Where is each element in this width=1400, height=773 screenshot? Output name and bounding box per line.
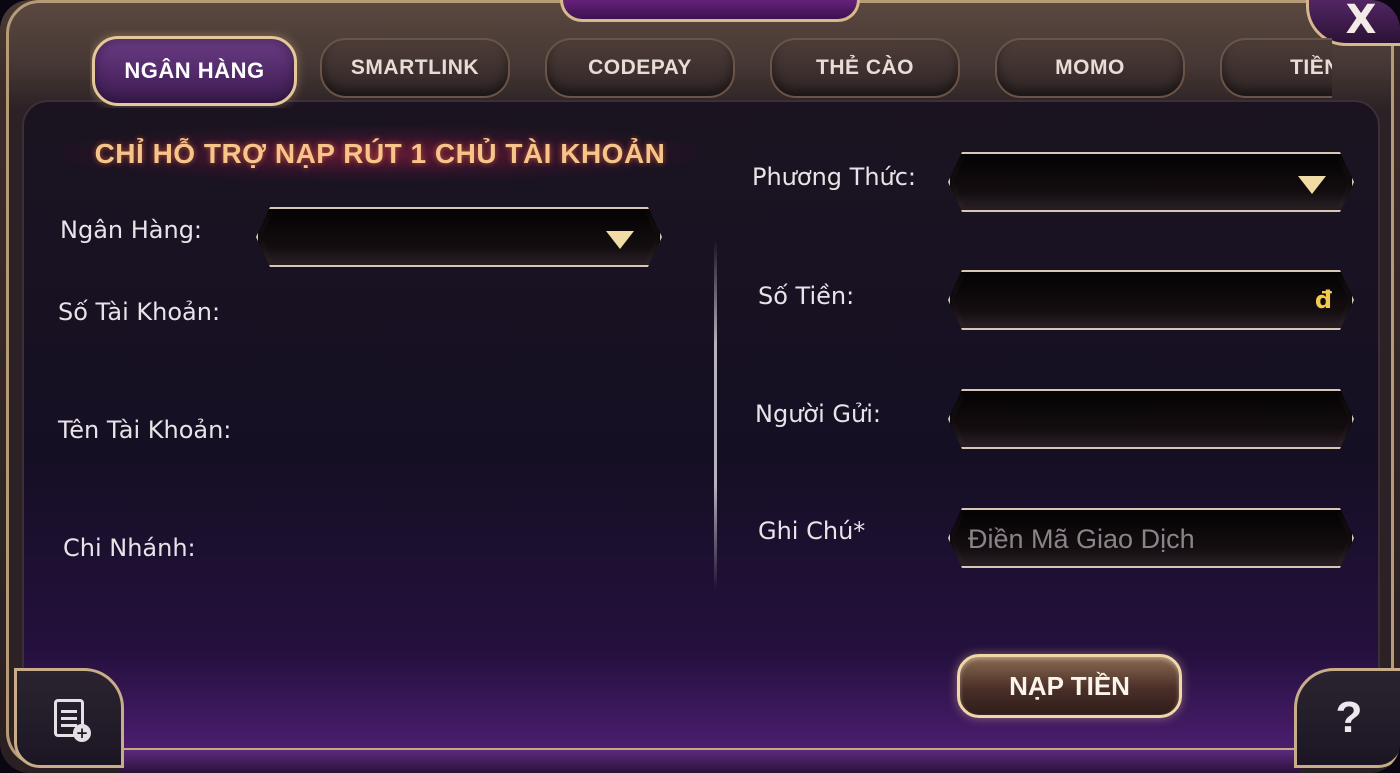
amount-field-inner <box>953 275 1349 325</box>
bottom-rim <box>120 748 1300 773</box>
deposit-button[interactable]: NẠP TIỀN <box>957 654 1182 718</box>
sender-field[interactable] <box>948 389 1354 449</box>
account-name-label: Tên Tài Khoản: <box>58 416 232 444</box>
history-button[interactable]: + <box>14 668 124 768</box>
note-field[interactable] <box>948 508 1354 568</box>
close-icon: X <box>1345 0 1377 43</box>
tab-label: TIỀN <box>1290 56 1332 79</box>
method-select-inner <box>953 157 1349 207</box>
tab-codepay[interactable]: CODEPAY <box>545 38 735 98</box>
currency-symbol: đ <box>1314 286 1332 314</box>
payment-tabs: SMARTLINK CODEPAY THẺ CÀO MOMO TIỀN NGÂN… <box>90 30 1332 108</box>
chevron-down-icon <box>606 231 634 249</box>
history-list-icon: + <box>54 699 91 742</box>
tab-label: MOMO <box>1055 56 1125 79</box>
notice-banner: CHỈ HỖ TRỢ NẠP RÚT 1 CHỦ TÀI KHOẢN <box>60 126 700 182</box>
bank-select[interactable] <box>256 207 662 267</box>
tab-smartlink[interactable]: SMARTLINK <box>320 38 510 98</box>
amount-label: Số Tiền: <box>758 282 855 310</box>
sender-field-inner <box>953 394 1349 444</box>
bank-label: Ngân Hàng: <box>60 216 203 244</box>
plus-icon: + <box>73 724 91 742</box>
help-icon: ? <box>1335 693 1363 742</box>
tab-the-cao[interactable]: THẺ CÀO <box>770 38 960 98</box>
branch-label: Chi Nhánh: <box>63 534 196 562</box>
tab-label: THẺ CÀO <box>816 56 914 79</box>
method-label: Phương Thức: <box>752 163 917 191</box>
tab-label: SMARTLINK <box>350 56 480 79</box>
amount-field[interactable]: đ <box>948 270 1354 330</box>
sender-label: Người Gửi: <box>755 400 881 428</box>
tab-label: CODEPAY <box>588 56 692 79</box>
account-number-label: Số Tài Khoản: <box>58 298 221 326</box>
chevron-down-icon <box>1298 176 1326 194</box>
tab-ngan-hang[interactable]: NGÂN HÀNG <box>92 36 297 106</box>
tab-label: NGÂN HÀNG <box>124 58 265 83</box>
top-ornament <box>560 0 860 22</box>
deposit-dialog: X SMARTLINK CODEPAY THẺ CÀO MOMO TIỀN NG… <box>0 0 1400 773</box>
tab-momo[interactable]: MOMO <box>995 38 1185 98</box>
help-button[interactable]: ? <box>1294 668 1400 768</box>
tab-tien[interactable]: TIỀN <box>1220 38 1332 98</box>
note-label: Ghi Chú* <box>758 517 866 545</box>
note-input[interactable] <box>968 520 1328 558</box>
notice-text: CHỈ HỖ TRỢ NẠP RÚT 1 CHỦ TÀI KHOẢN <box>94 138 666 169</box>
column-divider <box>714 240 717 590</box>
deposit-button-label: NẠP TIỀN <box>1009 670 1130 701</box>
method-select[interactable] <box>948 152 1354 212</box>
bank-select-inner <box>261 212 657 262</box>
